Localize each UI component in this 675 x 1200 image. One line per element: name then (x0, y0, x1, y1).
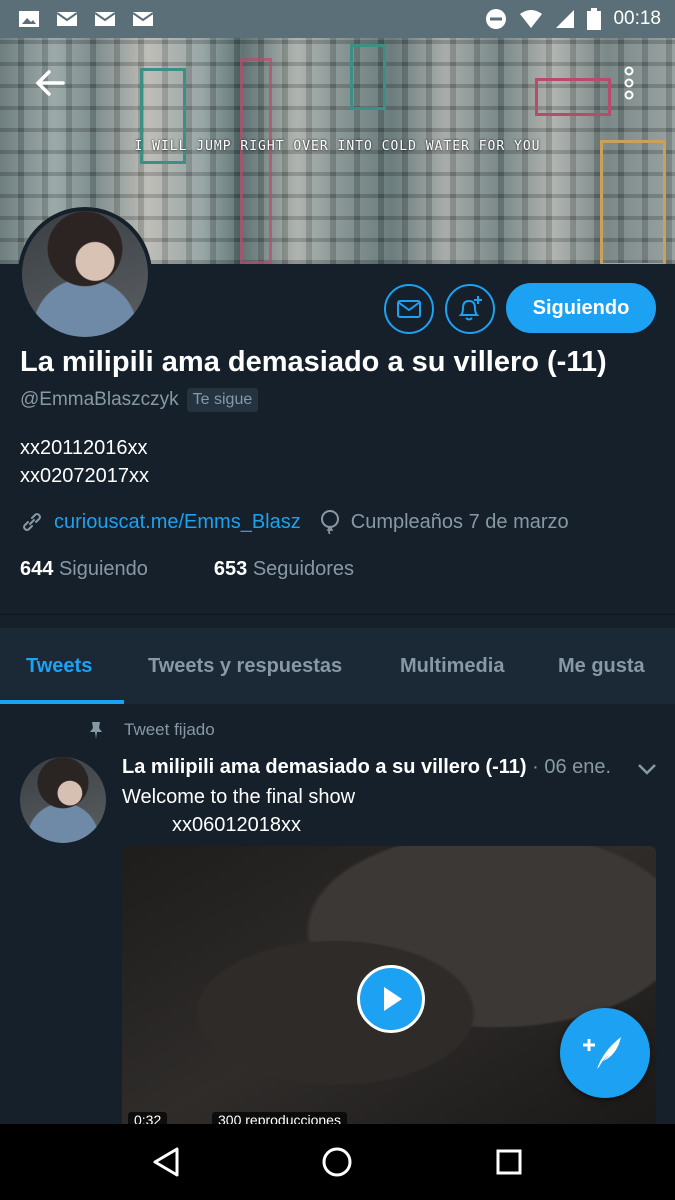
nav-home-button[interactable] (312, 1137, 362, 1187)
followers-stat[interactable]: 653 Seguidores (214, 558, 354, 581)
tab-media[interactable]: Multimedia (400, 628, 504, 704)
wifi-icon (520, 10, 543, 28)
handle-row: @EmmaBlaszczyk Te sigue (20, 388, 259, 412)
mail-icon (397, 300, 421, 318)
profile-meta: curiouscat.me/Emms_Blasz Cumpleaños 7 de… (20, 510, 569, 534)
square-recents-icon (496, 1149, 522, 1175)
compose-tweet-button[interactable] (560, 1008, 650, 1098)
following-button[interactable]: Siguiendo (506, 283, 656, 333)
message-button[interactable] (384, 284, 434, 334)
battery-icon (587, 8, 602, 30)
tweet-avatar[interactable] (20, 757, 106, 843)
more-options-button[interactable] (616, 62, 642, 104)
profile-tabs: Tweets Tweets y respuestas Multimedia Me… (0, 628, 675, 704)
more-vertical-icon (624, 66, 634, 100)
mail-icon (94, 12, 116, 26)
mail-icon (132, 12, 154, 26)
balloon-icon (320, 510, 339, 534)
clock: 00:18 (613, 8, 661, 29)
back-button[interactable] (30, 65, 70, 101)
pinned-label: Tweet fijado (86, 720, 215, 740)
pinned-text: Tweet fijado (124, 720, 215, 739)
following-stat[interactable]: 644 Siguiendo (20, 558, 148, 581)
profile-handle: @EmmaBlaszczyk (20, 389, 179, 410)
mail-icon (56, 12, 78, 26)
do-not-disturb-icon (486, 9, 507, 29)
arrow-left-icon (35, 70, 65, 96)
system-nav-bar (0, 1124, 675, 1200)
avatar-image (22, 211, 148, 337)
profile-name: La milipili ama demasiado a su villero (… (20, 346, 607, 378)
follows-you-badge: Te sigue (186, 388, 259, 412)
tweet-header: La milipili ama demasiado a su villero (… (122, 756, 611, 779)
divider (0, 614, 675, 615)
profile-link[interactable]: curiouscat.me/Emms_Blasz (54, 511, 301, 534)
following-count: 644 (20, 558, 54, 580)
banner-quote: I WILL JUMP RIGHT OVER INTO COLD WATER F… (134, 139, 541, 154)
profile-stats: 644 Siguiendo 653 Seguidores (20, 558, 354, 581)
pin-icon (90, 722, 102, 739)
profile-bio: xx20112016xx xx02072017xx (20, 434, 149, 490)
circle-home-icon (322, 1147, 352, 1177)
bell-plus-icon (458, 296, 482, 321)
link-icon (23, 513, 41, 531)
tab-tweets-replies[interactable]: Tweets y respuestas (148, 628, 342, 704)
tweet-author: La milipili ama demasiado a su villero (… (122, 756, 527, 778)
tab-tweets[interactable]: Tweets (26, 628, 92, 704)
triangle-back-icon (153, 1147, 179, 1177)
nav-back-button[interactable] (141, 1137, 191, 1187)
play-button[interactable] (357, 965, 425, 1033)
tab-likes[interactable]: Me gusta (558, 628, 645, 704)
profile-avatar[interactable] (18, 207, 152, 341)
followers-label: Seguidores (252, 558, 355, 580)
play-icon (384, 987, 402, 1011)
chevron-down-icon[interactable] (636, 760, 658, 778)
bio-line: xx02072017xx (20, 465, 149, 487)
bio-line: xx20112016xx (20, 437, 148, 459)
notifications-button[interactable] (445, 284, 495, 334)
status-bar: 00:18 (0, 0, 675, 38)
following-label: Siguiendo (58, 558, 148, 580)
signal-icon (556, 10, 575, 28)
nav-recents-button[interactable] (484, 1137, 534, 1187)
image-icon (19, 11, 39, 27)
tweet-date: · 06 ene. (532, 756, 612, 778)
feather-plus-icon (583, 1037, 621, 1069)
tweet-text: Welcome to the final show xx06012018xx (122, 786, 356, 836)
birthday-text: Cumpleaños 7 de marzo (350, 510, 569, 533)
followers-count: 653 (213, 558, 248, 580)
